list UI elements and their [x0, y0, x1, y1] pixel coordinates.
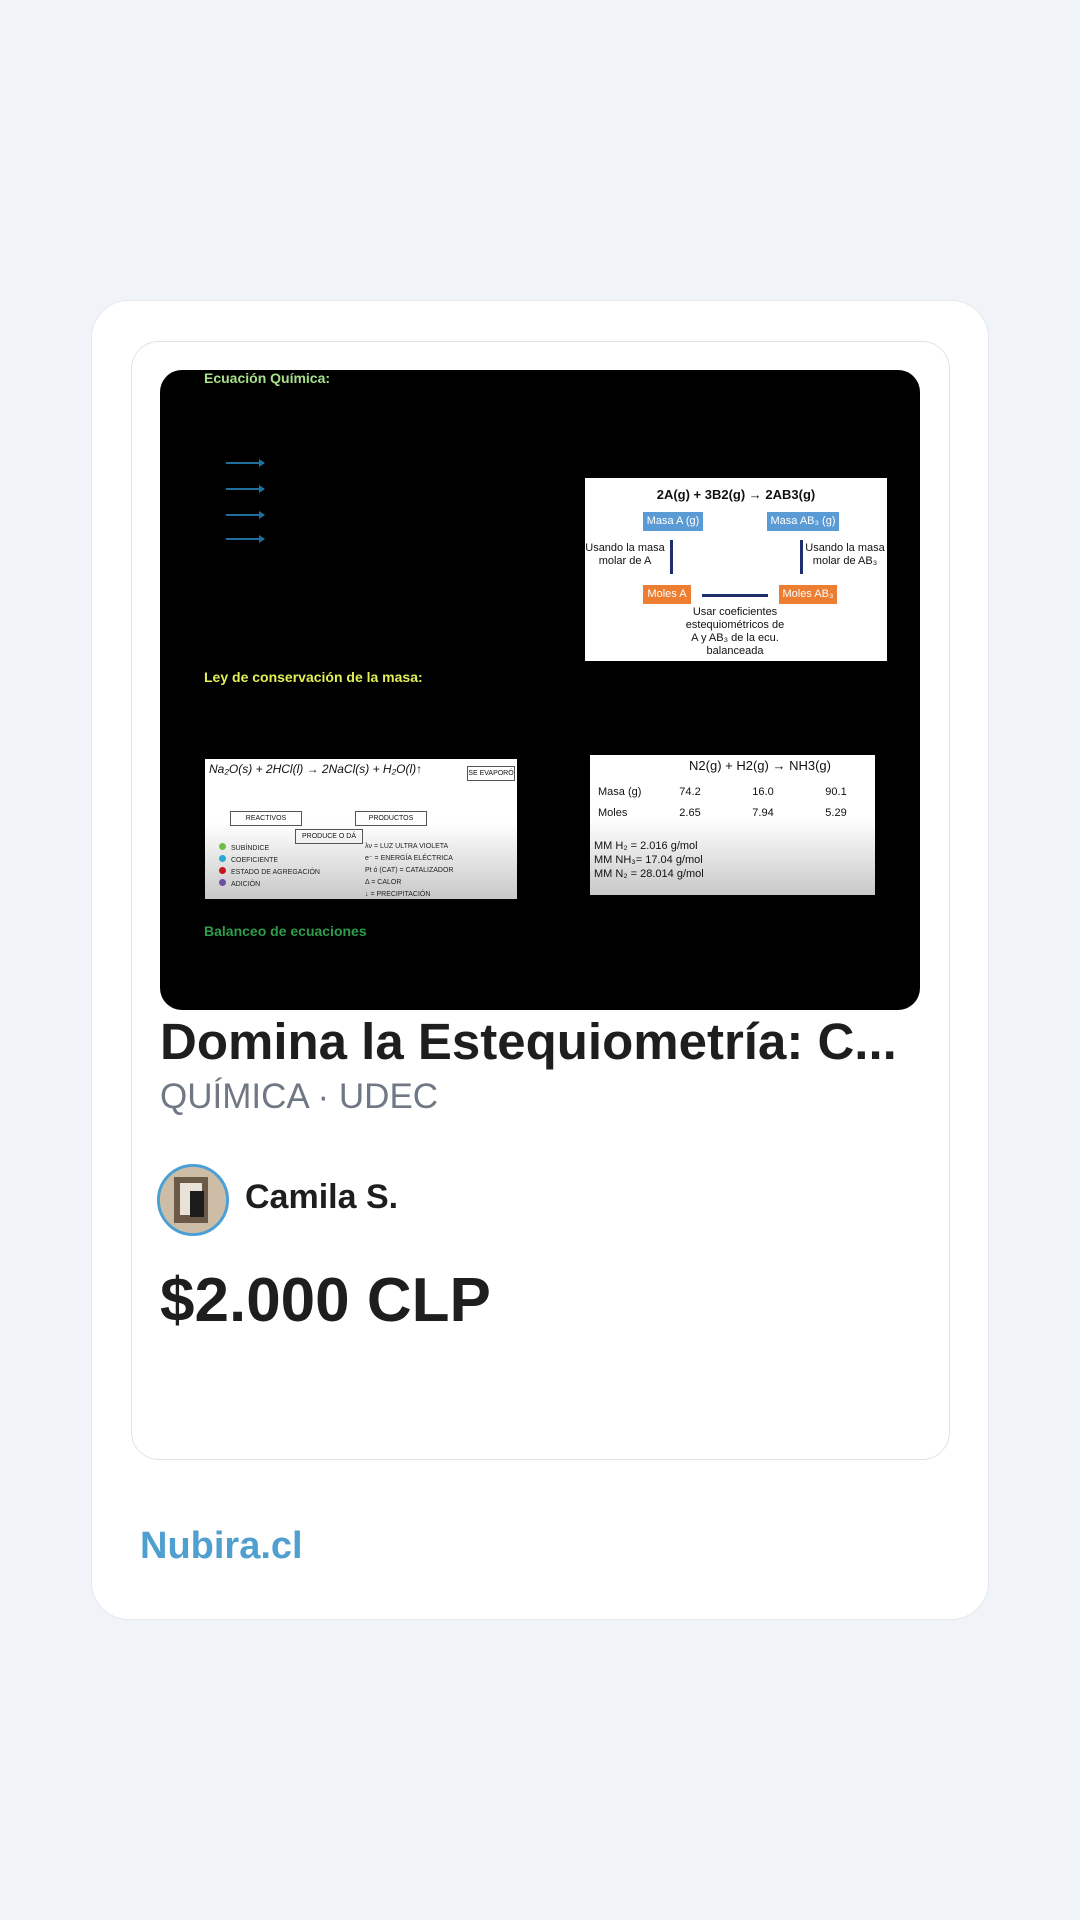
label-masa-molar-ab3: Usando la masa molar de AB₃: [805, 542, 885, 567]
dot-icon: [219, 867, 226, 874]
slide-heading-conservacion: Ley de conservación de la masa:: [204, 669, 423, 685]
dot-icon: [219, 855, 226, 862]
note-line: MM H₂ = 2.016 g/mol: [594, 840, 698, 852]
dot-icon: [219, 843, 226, 850]
legend-item: ADICIÓN: [219, 879, 359, 891]
box-masa-a: Masa A (g): [643, 512, 703, 531]
avatar[interactable]: [157, 1164, 229, 1236]
arrow-down-icon: [670, 540, 673, 574]
dot-icon: [219, 879, 226, 886]
avatar-photo: [160, 1167, 226, 1233]
material-title[interactable]: Domina la Estequiometría: C...: [160, 1010, 920, 1074]
legend-item: e⁻ = ENERGÍA ELÉCTRICA: [365, 855, 453, 862]
reactivos-label: REACTIVOS: [230, 811, 302, 826]
arrow-up-icon: [800, 540, 803, 574]
material-subtitle: QUÍMICA · UDEC: [160, 1077, 439, 1116]
reaction-equation: Na₂O(s) + 2HCl(l) → 2NaCl(s) + H₂O(l)↑: [209, 762, 423, 776]
label-coeficientes: Usar coeficientes estequiométricos de A …: [685, 606, 785, 657]
reaction-legend-left: SUBÍNDICE COEFICIENTE ESTADO DE AGREGACI…: [219, 843, 359, 891]
box-masa-ab3: Masa AB₃ (g): [767, 512, 839, 531]
legend-item: λν = LUZ ULTRA VIOLETA: [365, 843, 449, 850]
arrow-icon: [226, 459, 265, 467]
molar-mass-table: Masa (g) 74.2 16.0 90.1 Moles 2.65 7.94 …: [594, 781, 870, 823]
legend-item: Δ = CALOR: [365, 879, 402, 886]
table-row: Masa (g) 74.2 16.0 90.1: [598, 785, 847, 798]
stoichiometry-diagram: 2A(g) + 3B2(g) → 2AB3(g) Masa A (g) Masa…: [585, 478, 887, 661]
productos-label: PRODUCTOS: [355, 811, 427, 826]
label-masa-molar-a: Usando la masa molar de A: [585, 542, 665, 567]
table-row: Moles 2.65 7.94 5.29: [598, 806, 847, 819]
legend-item: ↓ = PRECIPITACIÓN: [365, 891, 431, 898]
legend-item: ESTADO DE AGREGACIÓN: [219, 867, 359, 879]
arrow-icon: [226, 485, 265, 493]
produce-label: PRODUCE O DÁ: [295, 829, 363, 844]
molar-mass-notes: MM H₂ = 2.016 g/mol MM NH₃= 17.04 g/mol …: [594, 839, 704, 881]
arrow-icon: [226, 511, 265, 519]
legend-item: Pt ó (CAT) = CATALIZADOR: [365, 867, 454, 874]
box-moles-a: Moles A: [643, 585, 691, 604]
slide-heading-balanceo: Balanceo de ecuaciones: [204, 923, 367, 939]
molar-mass-table-panel: N2(g) + H2(g) → NH3(g) Masa (g) 74.2 16.…: [590, 755, 875, 895]
diagram-equation: 2A(g) + 3B2(g) → 2AB3(g): [656, 487, 816, 502]
reaction-legend-right: λν = LUZ ULTRA VIOLETA e⁻ = ENERGÍA ELÉC…: [365, 841, 515, 901]
table-equation: N2(g) + H2(g) → NH3(g): [689, 758, 831, 773]
author-name[interactable]: Camila S.: [245, 1175, 398, 1219]
material-thumbnail[interactable]: Ecuación Química: 2A(g) + 3B2(g) → 2AB3(…: [160, 370, 920, 1010]
price: $2.000 CLP: [160, 1266, 491, 1335]
legend-item: COEFICIENTE: [219, 855, 359, 867]
slide-heading-ecuacion: Ecuación Química:: [204, 370, 331, 386]
note-line: MM NH₃= 17.04 g/mol: [594, 854, 703, 866]
brand-link[interactable]: Nubira.cl: [140, 1521, 303, 1571]
note-line: MM N₂ = 28.014 g/mol: [594, 868, 704, 880]
chemical-reaction-panel: Na₂O(s) + 2HCl(l) → 2NaCl(s) + H₂O(l)↑ S…: [205, 759, 517, 899]
arrow-right-icon: [702, 594, 768, 597]
evaporated-label: SE EVAPORÓ: [467, 766, 515, 781]
box-moles-ab3: Moles AB₃: [779, 585, 837, 604]
arrow-icon: [226, 535, 265, 543]
legend-item: SUBÍNDICE: [219, 843, 359, 855]
